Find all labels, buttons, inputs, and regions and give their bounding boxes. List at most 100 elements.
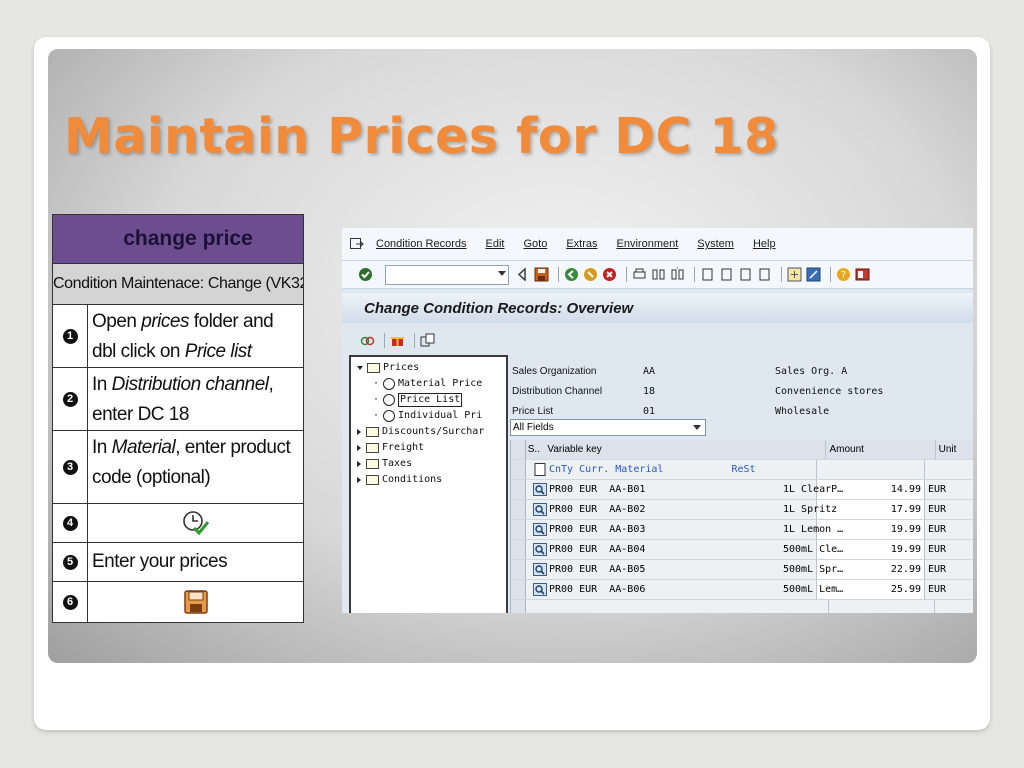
clock-icon	[383, 378, 396, 390]
enter-check-icon[interactable]	[358, 267, 373, 282]
first-page-icon[interactable]	[700, 267, 715, 282]
field-sales-organization: Sales Organization AA Sales Org. A	[512, 365, 848, 377]
row-selector[interactable]	[511, 560, 526, 579]
find-next-icon[interactable]	[670, 267, 685, 282]
empty-row[interactable]	[511, 600, 973, 613]
help-icon[interactable]: ?	[836, 267, 851, 282]
customize-layout-icon[interactable]	[855, 267, 870, 282]
title-bar: Change Condition Records: Overview	[342, 289, 973, 323]
detail-magnifier-icon[interactable]	[533, 583, 547, 596]
menu-help[interactable]: Help	[753, 238, 776, 250]
back-icon[interactable]	[564, 267, 579, 282]
previous-page-icon[interactable]	[719, 267, 734, 282]
step-row: 4	[53, 504, 303, 543]
instruction-table-subheader: Condition Maintenace: Change (VK32)	[53, 264, 303, 305]
chevron-down-icon[interactable]	[498, 270, 506, 276]
table-row[interactable]: PR00 EUR AA-B02 1L Spritz 17.99 EUR	[511, 500, 973, 520]
step-text: Enter your prices	[92, 551, 228, 572]
exit-icon[interactable]	[583, 267, 598, 282]
column-header-unit[interactable]: Unit	[936, 444, 973, 455]
command-field[interactable]	[385, 264, 509, 285]
menu-condition-records[interactable]: Condition Records	[376, 238, 467, 250]
unit-cell[interactable]: EUR	[925, 504, 964, 515]
last-page-icon[interactable]	[757, 267, 772, 282]
tree-node-discounts[interactable]: Discounts/Surchar	[351, 424, 506, 440]
detail-magnifier-icon[interactable]	[533, 563, 547, 576]
field-price-list: Price List 01 Wholesale	[512, 405, 830, 417]
tree-node-individual-price[interactable]: · Individual Pri	[351, 408, 506, 424]
row-selector[interactable]	[511, 580, 526, 599]
row-selector[interactable]	[511, 520, 526, 539]
shortcut-icon[interactable]	[806, 267, 821, 282]
tree-node-prices[interactable]: Prices	[351, 360, 506, 376]
header-fields: Sales Organization AA Sales Org. A Distr…	[512, 361, 883, 421]
row-selector[interactable]	[511, 540, 526, 559]
menu-environment[interactable]: Environment	[617, 238, 679, 250]
field-selection-dropdown[interactable]: All Fields	[510, 419, 706, 436]
application-toolbar	[342, 323, 973, 357]
menu-bar: Condition Records Edit Goto Extras Envir…	[342, 228, 973, 261]
save-icon[interactable]	[534, 267, 549, 282]
detail-magnifier-icon[interactable]	[533, 543, 547, 556]
next-page-icon[interactable]	[738, 267, 753, 282]
menu-exit-icon[interactable]	[350, 238, 364, 250]
unit-cell[interactable]: EUR	[925, 564, 964, 575]
collapsed-arrow-icon[interactable]	[357, 445, 361, 451]
unit-cell[interactable]: EUR	[925, 584, 964, 595]
unit-cell[interactable]: EUR	[925, 524, 964, 535]
chevron-down-icon[interactable]	[693, 425, 701, 430]
standard-toolbar: ?	[342, 261, 973, 289]
copy-icon[interactable]	[420, 333, 435, 348]
detail-magnifier-icon[interactable]	[533, 523, 547, 536]
menu-goto[interactable]: Goto	[523, 238, 547, 250]
clock-icon	[383, 410, 396, 422]
expand-arrow-icon[interactable]	[357, 366, 363, 370]
collapsed-arrow-icon[interactable]	[357, 477, 361, 483]
row-selector[interactable]	[511, 480, 526, 499]
print-icon[interactable]	[632, 267, 647, 282]
svg-text:?: ?	[841, 270, 846, 281]
folder-icon	[366, 443, 379, 453]
step-number: 5	[62, 554, 78, 570]
back-arrow-icon[interactable]	[515, 267, 530, 282]
table-row[interactable]: PR00 EUR AA-B03 1L Lemon … 19.99 EUR	[511, 520, 973, 540]
tree-node-freight[interactable]: Freight	[351, 440, 506, 456]
table-row[interactable]: PR00 EUR AA-B05 500mL Spr… 22.99 EUR	[511, 560, 973, 580]
gift-icon[interactable]	[390, 333, 405, 348]
unit-cell[interactable]: EUR	[925, 484, 964, 495]
detail-magnifier-icon[interactable]	[533, 483, 547, 496]
tree-node-conditions[interactable]: Conditions	[351, 472, 506, 488]
table-row[interactable]: PR00 EUR AA-B06 500mL Lem… 25.99 EUR	[511, 580, 973, 600]
column-header-variable-key[interactable]: Variable key	[547, 444, 825, 455]
select-all-cell[interactable]	[511, 440, 526, 459]
collapsed-arrow-icon[interactable]	[357, 461, 361, 467]
step-row: 2 In Distribution channel, enter DC 18	[53, 368, 303, 431]
tree-node-material-price[interactable]: · Material Price	[351, 376, 506, 392]
menu-edit[interactable]: Edit	[486, 238, 505, 250]
detail-magnifier-icon[interactable]	[533, 503, 547, 516]
unit-cell[interactable]: EUR	[925, 544, 964, 555]
tree-node-price-list[interactable]: · Price List	[351, 392, 506, 408]
tree-node-taxes[interactable]: Taxes	[351, 456, 506, 472]
column-header-status[interactable]: S..	[526, 444, 548, 455]
slide-title: Maintain Prices for DC 18	[64, 108, 779, 165]
other-condition-type-icon[interactable]	[360, 333, 375, 348]
table-row[interactable]: PR00 EUR AA-B01 1L ClearP… 14.99 EUR	[511, 480, 973, 500]
row-selector[interactable]	[511, 500, 526, 519]
step-row: 6	[53, 582, 303, 622]
new-session-icon[interactable]	[787, 267, 802, 282]
step-row: 3 In Material, enter product code (optio…	[53, 431, 303, 504]
cancel-icon[interactable]	[602, 267, 617, 282]
table-row[interactable]: PR00 EUR AA-B04 500mL Cle… 19.99 EUR	[511, 540, 973, 560]
menu-system[interactable]: System	[697, 238, 734, 250]
step-row: 1 Open prices folder and dbl click on Pr…	[53, 305, 303, 368]
find-icon[interactable]	[651, 267, 666, 282]
menu-extras[interactable]: Extras	[566, 238, 597, 250]
column-header-amount[interactable]: Amount	[825, 440, 936, 459]
collapsed-arrow-icon[interactable]	[357, 429, 361, 435]
folder-icon	[366, 459, 379, 469]
clock-check-icon	[182, 511, 209, 536]
condition-tree: Prices · Material Price · Price List · Indi…	[349, 355, 508, 613]
grid-header-row: S.. Variable key Amount Unit	[511, 440, 973, 460]
step-row: 5 Enter your prices	[53, 543, 303, 582]
